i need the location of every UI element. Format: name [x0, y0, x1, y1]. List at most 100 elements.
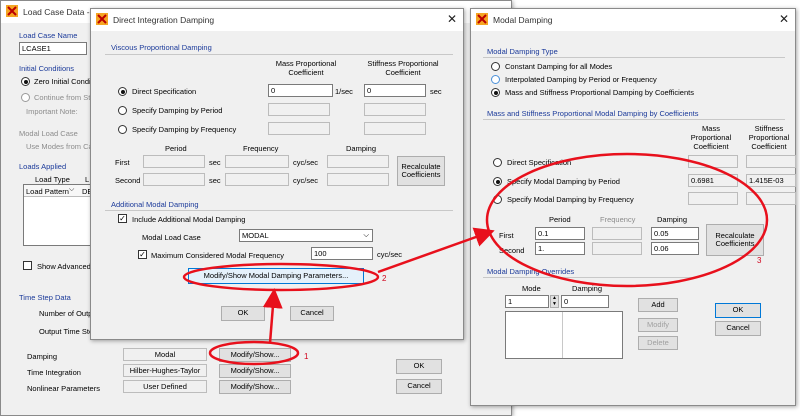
modal-freq-mass-field: [688, 192, 738, 205]
viscous-divider: [105, 54, 453, 55]
modal-stiff-header: Stiffness Proportional Coefficient: [748, 124, 790, 151]
modal-freq-stiff-field: [746, 192, 796, 205]
modal-period-header: Period: [549, 215, 571, 224]
viscous-section: Viscous Proportional Damping: [111, 43, 212, 52]
frequency-header: Frequency: [243, 144, 279, 153]
by-period-radio[interactable]: [118, 106, 127, 115]
damping-column-header: Damping: [572, 284, 603, 293]
modal-recalc-button[interactable]: Recalculate Coefficients: [706, 224, 764, 256]
stiff-coeff-input[interactable]: 0: [364, 84, 426, 97]
constant-damping-label: Constant Damping for all Modes: [505, 62, 613, 71]
modal-by-freq-radio[interactable]: [493, 195, 502, 204]
initial-conditions-section: Initial Conditions: [19, 64, 75, 73]
freq-mass-field: [268, 122, 330, 135]
mass-coeff-input[interactable]: 0: [268, 84, 333, 97]
max-freq-label: Maximum Considered Modal Frequency: [151, 251, 284, 260]
direct-cancel-button[interactable]: Cancel: [290, 306, 334, 321]
app-icon: [476, 13, 488, 25]
freq-stiff-field: [364, 122, 426, 135]
load-type-label: Load Type: [35, 175, 70, 184]
delete-override-button[interactable]: Delete: [638, 336, 678, 350]
max-freq-unit: cyc/sec: [377, 250, 403, 259]
modal-case-value: MODAL: [242, 231, 269, 240]
app-icon: [96, 13, 108, 25]
modal-by-period-label: Specify Modal Damping by Period: [507, 177, 620, 186]
load-pattern-header: Load Pattern: [26, 187, 69, 196]
damping-modify-show-button[interactable]: Modify/Show...: [219, 348, 291, 362]
mass-stiff-radio[interactable]: [491, 88, 500, 97]
interpolated-radio[interactable]: [491, 75, 500, 84]
direct-titlebar[interactable]: Direct Integration Damping ✕: [91, 9, 463, 31]
first-freq-unit: cyc/sec: [293, 158, 319, 167]
modal-direct-radio[interactable]: [493, 158, 502, 167]
second-period-unit: sec: [209, 176, 221, 185]
modal-second-period-input[interactable]: 1.: [535, 242, 585, 255]
first-freq-field: [225, 155, 289, 168]
add-override-button[interactable]: Add: [638, 298, 678, 312]
modal-first-damping-input[interactable]: 0.05: [651, 227, 699, 240]
direct-spec-radio[interactable]: [118, 87, 127, 96]
modal-cancel-button[interactable]: Cancel: [715, 321, 761, 336]
modal-damping-dialog: Modal Damping ✕ Modal Damping Type Const…: [470, 8, 796, 406]
show-advanced-checkbox[interactable]: [23, 261, 32, 270]
override-damping-input[interactable]: 0: [561, 295, 609, 308]
override-mode-input[interactable]: 1: [505, 295, 549, 308]
second-label: Second: [115, 176, 141, 185]
modal-ok-button[interactable]: OK: [715, 303, 761, 318]
modal-direct-mass-field: [688, 155, 738, 168]
modal-by-period-radio[interactable]: [493, 177, 502, 186]
close-icon[interactable]: ✕: [777, 12, 791, 26]
mode-spin-button[interactable]: ▲ ▼: [550, 295, 559, 308]
nonlinear-value: User Defined: [123, 380, 207, 393]
continue-from-radio[interactable]: [21, 93, 30, 102]
loads-table[interactable]: Load Pattern ⌵ DE: [23, 184, 93, 246]
time-integration-modify-button[interactable]: Modify/Show...: [219, 364, 291, 378]
continue-from-label: Continue from Sta: [34, 93, 95, 102]
modal-direct-label: Direct Specification: [507, 158, 572, 167]
modify-modal-damping-button[interactable]: Modify/Show Modal Damping Parameters...: [188, 268, 364, 284]
load-case-ok-button[interactable]: OK: [396, 359, 442, 374]
overrides-list[interactable]: [505, 311, 623, 359]
direct-recalc-button[interactable]: Recalculate Coefficients: [397, 156, 445, 186]
modal-by-freq-label: Specify Modal Damping by Frequency: [507, 195, 634, 204]
load-case-name-input[interactable]: LCASE1: [19, 42, 87, 55]
zero-initial-radio[interactable]: [21, 77, 30, 86]
include-modal-checkbox[interactable]: ✓: [118, 214, 127, 223]
annotation-number-3: 3: [757, 256, 762, 265]
stiff-unit: sec: [430, 87, 442, 96]
by-freq-label: Specify Damping by Frequency: [132, 125, 237, 134]
second-freq-unit: cyc/sec: [293, 176, 319, 185]
second-freq-field: [225, 173, 289, 186]
mass-stiff-label: Mass and Stiffness Proportional Damping …: [505, 88, 694, 97]
modal-case-select[interactable]: MODAL ⌵: [239, 229, 373, 242]
period-header: Period: [165, 144, 187, 153]
important-note-label: Important Note:: [26, 107, 78, 116]
additional-section: Additional Modal Damping: [111, 200, 199, 209]
modal-mass-header: Mass Proportional Coefficient: [690, 124, 732, 151]
modal-second-freq-field: [592, 242, 642, 255]
max-freq-checkbox[interactable]: ✓: [138, 250, 147, 259]
modal-first-period-input[interactable]: 0.1: [535, 227, 585, 240]
zero-initial-label: Zero Initial Conditi: [34, 77, 95, 86]
direct-ok-button[interactable]: OK: [221, 306, 265, 321]
modal-titlebar[interactable]: Modal Damping ✕: [471, 9, 795, 31]
by-freq-radio[interactable]: [118, 125, 127, 134]
nonlinear-modify-button[interactable]: Modify/Show...: [219, 380, 291, 394]
modify-override-button[interactable]: Modify: [638, 318, 678, 332]
loads-table-header: Load Pattern ⌵ DE: [24, 185, 92, 197]
use-modes-label: Use Modes from Cas: [26, 142, 97, 151]
modal-second-damping-input[interactable]: 0.06: [651, 242, 699, 255]
modal-first-freq-field: [592, 227, 642, 240]
max-freq-input[interactable]: 100: [311, 247, 373, 260]
load-type-l-label: L: [85, 175, 90, 184]
close-icon[interactable]: ✕: [445, 12, 459, 26]
chevron-down-icon: ⌵: [363, 230, 369, 239]
additional-divider: [105, 210, 453, 211]
damping-header: Damping: [346, 144, 377, 153]
load-case-cancel-button[interactable]: Cancel: [396, 379, 442, 394]
period-stiff-field: [364, 103, 426, 116]
constant-damping-radio[interactable]: [491, 62, 500, 71]
annotation-number-2: 2: [382, 274, 387, 283]
annotation-number-1: 1: [304, 352, 309, 361]
by-period-label: Specify Damping by Period: [132, 106, 223, 115]
